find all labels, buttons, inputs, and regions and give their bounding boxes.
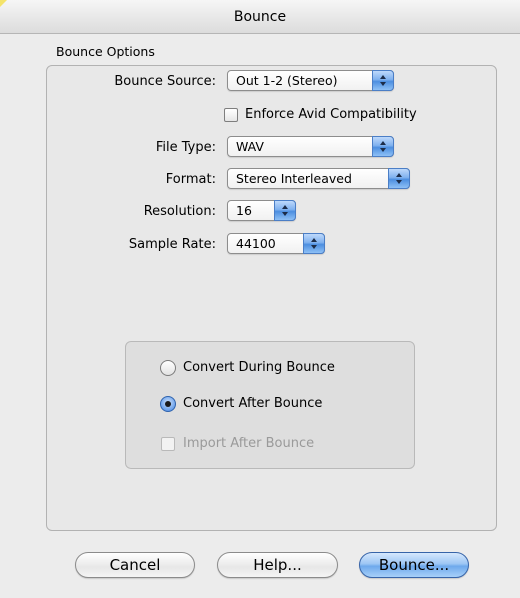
enforce-avid-checkbox[interactable]	[224, 108, 238, 122]
sample-rate-value: 44100	[236, 236, 276, 251]
format-value: Stereo Interleaved	[236, 171, 352, 186]
popup-arrows-icon	[274, 200, 296, 221]
import-after-checkbox[interactable]	[161, 437, 175, 451]
resolution-popup[interactable]: 16	[227, 200, 296, 221]
window-corner-mark	[0, 0, 7, 7]
format-popup[interactable]: Stereo Interleaved	[227, 168, 410, 189]
popup-arrows-icon	[388, 168, 410, 189]
cancel-button[interactable]: Cancel	[75, 552, 195, 578]
sample-rate-label: Sample Rate:	[128, 237, 216, 252]
resolution-value: 16	[236, 203, 252, 218]
radio-selected-dot	[165, 401, 171, 407]
file-type-value: WAV	[236, 139, 264, 154]
title-bar: Bounce	[0, 0, 520, 34]
file-type-popup[interactable]: WAV	[227, 136, 394, 157]
help-button[interactable]: Help...	[217, 552, 338, 578]
group-label: Bounce Options	[56, 44, 155, 59]
popup-arrows-icon	[303, 233, 325, 254]
bounce-source-value: Out 1-2 (Stereo)	[236, 73, 338, 88]
convert-after-radio[interactable]	[160, 396, 176, 412]
window-title: Bounce	[233, 9, 287, 25]
convert-after-label: Convert After Bounce	[183, 396, 323, 411]
file-type-label: File Type:	[155, 140, 216, 155]
bounce-source-popup[interactable]: Out 1-2 (Stereo)	[227, 70, 394, 91]
convert-during-label: Convert During Bounce	[183, 360, 335, 375]
convert-during-radio[interactable]	[160, 360, 176, 376]
import-after-label: Import After Bounce	[183, 436, 315, 451]
popup-arrows-icon	[372, 136, 394, 157]
resolution-label: Resolution:	[143, 204, 216, 219]
bounce-source-label: Bounce Source:	[114, 74, 216, 89]
popup-arrows-icon	[372, 70, 394, 91]
enforce-avid-label: Enforce Avid Compatibility	[245, 107, 417, 122]
bounce-button[interactable]: Bounce...	[359, 552, 469, 578]
format-label: Format:	[165, 172, 216, 187]
sample-rate-popup[interactable]: 44100	[227, 233, 325, 254]
